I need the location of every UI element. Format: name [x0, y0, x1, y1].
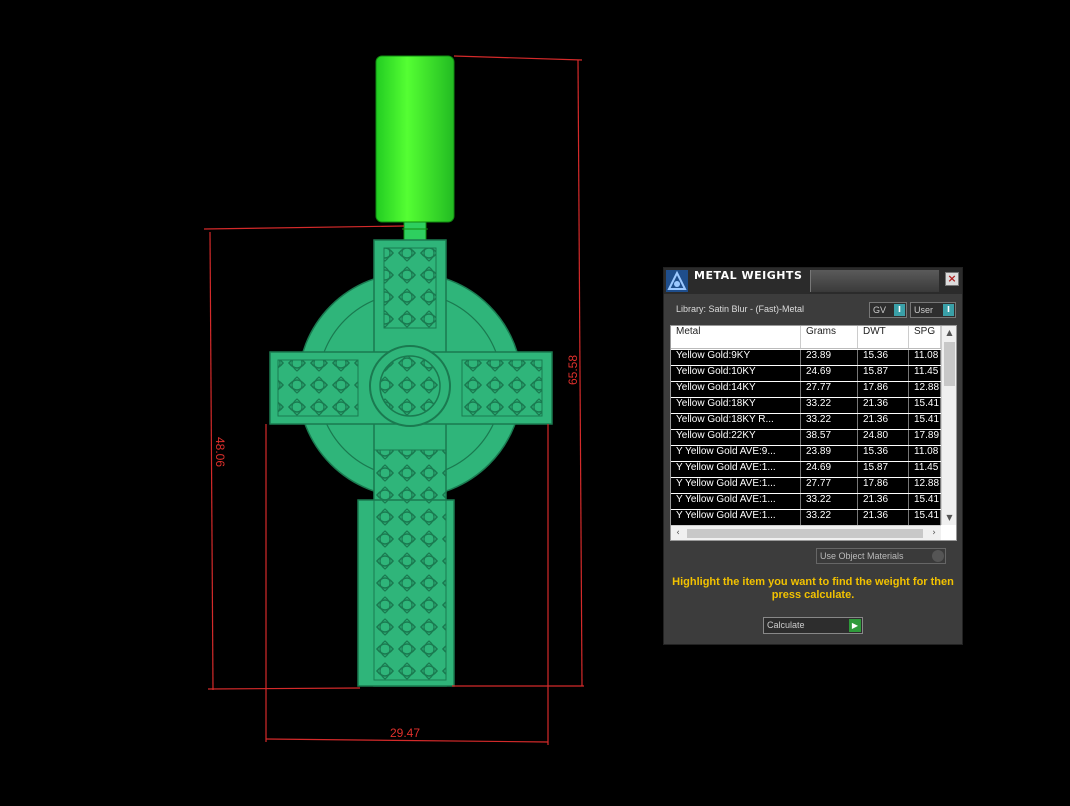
scroll-thumb[interactable] — [944, 342, 955, 386]
metal-cell: Yellow Gold:9KY — [671, 350, 801, 365]
scroll-up-icon[interactable]: ▲ — [942, 326, 956, 340]
scroll-left-icon[interactable]: ‹ — [671, 526, 685, 540]
radio-icon[interactable] — [932, 550, 944, 562]
metal-cell: Yellow Gold:18KY R... — [671, 414, 801, 429]
spg-cell: 11.08 — [909, 446, 941, 461]
metal-cell: Y Yellow Gold AVE:1... — [671, 510, 801, 525]
spg-cell: 12.88 — [909, 382, 941, 397]
grams-cell: 33.22 — [801, 510, 858, 525]
table-row[interactable]: Yellow Gold:18KY 33.22 21.36 15.41 — [671, 398, 941, 413]
metal-cell: Y Yellow Gold AVE:1... — [671, 462, 801, 477]
horizontal-scrollbar[interactable]: ‹ › — [671, 525, 941, 540]
table-row[interactable]: Yellow Gold:22KY 38.57 24.80 17.89 — [671, 430, 941, 445]
panel-titlebar[interactable]: METAL WEIGHTS × — [664, 268, 962, 294]
table-row[interactable]: Y Yellow Gold AVE:1... 27.77 17.86 12.88 — [671, 478, 941, 493]
dwt-cell: 21.36 — [858, 414, 909, 429]
table-row[interactable]: Y Yellow Gold AVE:9... 23.89 15.36 11.08 — [671, 446, 941, 461]
gv-toggle-label: GV — [873, 305, 887, 315]
cross-height-dimension: 48.06 — [213, 436, 228, 468]
scroll-right-icon[interactable]: › — [927, 526, 941, 540]
grams-cell: 24.69 — [801, 366, 858, 381]
instruction-text: Highlight the item you want to find the … — [672, 576, 954, 601]
grams-cell: 33.22 — [801, 398, 858, 413]
table-row[interactable]: Yellow Gold:18KY R... 33.22 21.36 15.41 — [671, 414, 941, 429]
gv-toggle[interactable]: GV I — [869, 302, 907, 318]
use-object-materials-label: Use Object Materials — [820, 551, 904, 561]
spg-cell: 11.08 — [909, 350, 941, 365]
dwt-cell: 17.86 — [858, 382, 909, 397]
play-icon[interactable]: ▶ — [849, 619, 861, 632]
panel-title: METAL WEIGHTS — [694, 269, 803, 282]
toggle-indicator-icon[interactable]: I — [943, 304, 954, 316]
scroll-thumb[interactable] — [687, 529, 923, 538]
dwt-cell: 24.80 — [858, 430, 909, 445]
dwt-cell: 21.36 — [858, 494, 909, 509]
column-header-metal[interactable]: Metal — [671, 326, 801, 348]
column-header-spg[interactable]: SPG — [909, 326, 941, 348]
grams-cell: 33.22 — [801, 494, 858, 509]
dwt-cell: 15.36 — [858, 446, 909, 461]
dwt-cell: 21.36 — [858, 510, 909, 525]
title-bar-fill — [811, 270, 939, 292]
spg-cell: 15.41 — [909, 398, 941, 413]
spg-cell: 11.45 — [909, 462, 941, 477]
table-row[interactable]: Y Yellow Gold AVE:1... 24.69 15.87 11.45 — [671, 462, 941, 477]
total-height-dimension: 65.58 — [566, 354, 581, 386]
spg-cell: 15.41 — [909, 494, 941, 509]
metal-cell: Y Yellow Gold AVE:1... — [671, 478, 801, 493]
dwt-cell: 15.36 — [858, 350, 909, 365]
vertical-scrollbar[interactable]: ▲ ▼ — [941, 326, 956, 525]
library-label: Library: Satin Blur - (Fast)-Metal — [676, 304, 805, 314]
metal-cell: Yellow Gold:14KY — [671, 382, 801, 397]
metal-cell: Yellow Gold:18KY — [671, 398, 801, 413]
grams-cell: 38.57 — [801, 430, 858, 445]
scroll-down-icon[interactable]: ▼ — [942, 511, 956, 525]
spg-cell: 17.89 — [909, 430, 941, 445]
table-row[interactable]: Yellow Gold:9KY 23.89 15.36 11.08 — [671, 350, 941, 365]
close-button[interactable]: × — [945, 272, 959, 286]
dwt-cell: 15.87 — [858, 366, 909, 381]
spg-cell: 12.88 — [909, 478, 941, 493]
column-header-grams[interactable]: Grams — [801, 326, 858, 348]
column-header-dwt[interactable]: DWT — [858, 326, 909, 348]
grams-cell: 27.77 — [801, 478, 858, 493]
grams-cell: 33.22 — [801, 414, 858, 429]
toggle-indicator-icon[interactable]: I — [894, 304, 905, 316]
spg-cell: 11.45 — [909, 366, 941, 381]
metal-cell: Yellow Gold:22KY — [671, 430, 801, 445]
metal-cell: Yellow Gold:10KY — [671, 366, 801, 381]
grams-cell: 23.89 — [801, 446, 858, 461]
user-toggle-label: User — [914, 305, 934, 315]
grams-cell: 23.89 — [801, 350, 858, 365]
metal-cell: Y Yellow Gold AVE:1... — [671, 494, 801, 509]
bail — [375, 55, 455, 223]
spg-cell: 15.41 — [909, 510, 941, 525]
dwt-cell: 17.86 — [858, 478, 909, 493]
user-toggle[interactable]: User I — [910, 302, 956, 318]
spg-cell: 15.41 — [909, 414, 941, 429]
metal-weights-panel: METAL WEIGHTS × Library: Satin Blur - (F… — [663, 267, 963, 645]
table-row[interactable]: Yellow Gold:14KY 27.77 17.86 12.88 — [671, 382, 941, 397]
width-dimension: 29.47 — [390, 726, 421, 740]
metals-table[interactable]: Metal Grams DWT SPG Yellow Gold:9KY 23.89… — [670, 325, 957, 541]
use-object-materials-toggle[interactable]: Use Object Materials — [816, 548, 946, 564]
dwt-cell: 15.87 — [858, 462, 909, 477]
bail-connector — [403, 221, 427, 241]
dwt-cell: 21.36 — [858, 398, 909, 413]
table-header: Metal Grams DWT SPG — [671, 326, 941, 349]
calculate-button[interactable]: Calculate ▶ — [763, 617, 863, 634]
table-row[interactable]: Y Yellow Gold AVE:1... 33.22 21.36 15.41 — [671, 510, 941, 525]
grams-cell: 27.77 — [801, 382, 858, 397]
app-logo-icon — [666, 270, 688, 292]
table-row[interactable]: Y Yellow Gold AVE:1... 33.22 21.36 15.41 — [671, 494, 941, 509]
table-row[interactable]: Yellow Gold:10KY 24.69 15.87 11.45 — [671, 366, 941, 381]
metal-cell: Y Yellow Gold AVE:9... — [671, 446, 801, 461]
grams-cell: 24.69 — [801, 462, 858, 477]
calculate-label: Calculate — [767, 620, 805, 630]
